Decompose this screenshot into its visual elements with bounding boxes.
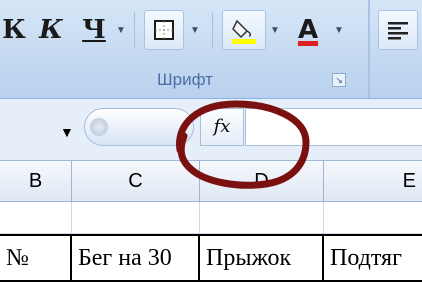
annotation-circle	[176, 100, 310, 189]
